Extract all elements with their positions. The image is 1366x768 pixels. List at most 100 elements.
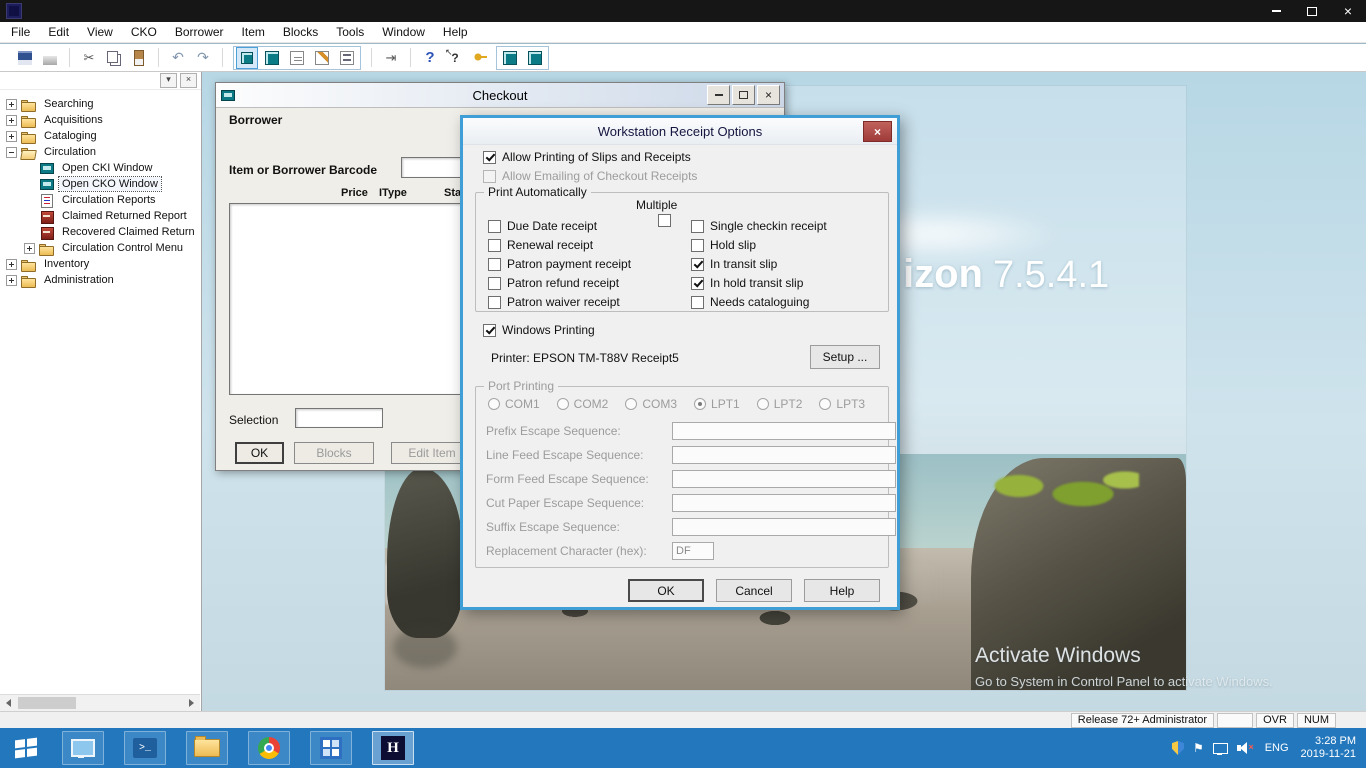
due-date-receipt-checkbox[interactable] xyxy=(488,219,501,233)
context-help-icon[interactable] xyxy=(444,47,466,69)
taskbar-app-computer[interactable] xyxy=(62,731,104,765)
menu-window[interactable]: Window xyxy=(379,24,428,40)
scrollbar-thumb[interactable] xyxy=(18,697,76,709)
cut-icon[interactable] xyxy=(78,47,100,69)
hold-slip-row[interactable]: Hold slip xyxy=(691,238,756,252)
network-icon[interactable] xyxy=(1212,742,1228,755)
undo-icon[interactable] xyxy=(167,47,189,69)
checkout-ok-button[interactable]: OK xyxy=(235,442,284,464)
expander-icon[interactable] xyxy=(6,274,17,286)
scroll-right-arrow-icon[interactable] xyxy=(184,695,200,711)
tree-item-circulation[interactable]: Circulation xyxy=(0,144,201,160)
in-hold-transit-slip-row[interactable]: In hold transit slip xyxy=(691,276,803,290)
multiple-checkbox[interactable] xyxy=(658,214,671,227)
menu-edit[interactable]: Edit xyxy=(45,24,72,40)
tree-item-open-cko[interactable]: Open CKO Window xyxy=(0,176,201,192)
needs-cataloguing-checkbox[interactable] xyxy=(691,295,704,309)
tree-item-recovered-claimed[interactable]: Recovered Claimed Return xyxy=(0,224,201,240)
taskbar-app-chrome[interactable] xyxy=(248,731,290,765)
needs-cataloguing-row[interactable]: Needs cataloguing xyxy=(691,295,809,309)
tree-item-open-cki[interactable]: Open CKI Window xyxy=(0,160,201,176)
panel-menu-button[interactable]: ▾ xyxy=(160,73,177,88)
in-hold-transit-slip-checkbox[interactable] xyxy=(691,276,704,290)
expander-icon[interactable] xyxy=(6,114,17,126)
key-icon[interactable] xyxy=(469,47,491,69)
expander-icon[interactable] xyxy=(6,258,17,270)
redo-icon[interactable] xyxy=(192,47,214,69)
taskbar-app-file-explorer[interactable] xyxy=(186,731,228,765)
patron-refund-receipt-checkbox[interactable] xyxy=(488,276,501,290)
windows-printing-checkbox[interactable] xyxy=(483,323,496,337)
patron-refund-receipt-row[interactable]: Patron refund receipt xyxy=(488,276,619,290)
in-transit-slip-row[interactable]: In transit slip xyxy=(691,257,777,271)
menu-tools[interactable]: Tools xyxy=(333,24,367,40)
checkout-minimize-button[interactable] xyxy=(707,85,730,105)
tree-item-inventory[interactable]: Inventory xyxy=(0,256,201,272)
edit-icon[interactable] xyxy=(311,47,333,69)
menu-borrower[interactable]: Borrower xyxy=(172,24,227,40)
copy-icon[interactable] xyxy=(103,47,125,69)
print-icon[interactable] xyxy=(39,47,61,69)
hold-slip-checkbox[interactable] xyxy=(691,238,704,252)
menu-cko[interactable]: CKO xyxy=(128,24,160,40)
dialog-close-button[interactable]: × xyxy=(863,121,892,142)
paste-icon[interactable] xyxy=(128,47,150,69)
help-icon[interactable] xyxy=(419,47,441,69)
horizontal-scrollbar[interactable] xyxy=(0,694,200,711)
patron-payment-receipt-checkbox[interactable] xyxy=(488,257,501,271)
tree-item-administration[interactable]: Administration xyxy=(0,272,201,288)
checkin-icon[interactable] xyxy=(261,47,283,69)
in-transit-slip-checkbox[interactable] xyxy=(691,257,704,271)
due-date-receipt-row[interactable]: Due Date receipt xyxy=(488,219,597,233)
checkout-maximize-button[interactable] xyxy=(732,85,755,105)
tree-item-claimed-returned[interactable]: Claimed Returned Report xyxy=(0,208,201,224)
list-icon[interactable] xyxy=(336,47,358,69)
minimize-button[interactable] xyxy=(1258,0,1294,22)
dialog-ok-button[interactable]: OK xyxy=(628,579,704,602)
dialog-titlebar[interactable]: Workstation Receipt Options × xyxy=(463,118,897,145)
tree-item-searching[interactable]: Searching xyxy=(0,96,201,112)
renew-icon[interactable] xyxy=(286,47,308,69)
action-center-flag-icon[interactable]: ⚑ xyxy=(1193,742,1204,754)
checkout-close-button[interactable]: × xyxy=(757,85,780,105)
expander-icon[interactable] xyxy=(6,146,17,158)
scroll-left-arrow-icon[interactable] xyxy=(0,695,16,711)
volume-muted-icon[interactable]: × xyxy=(1236,742,1254,754)
allow-printing-row[interactable]: Allow Printing of Slips and Receipts xyxy=(483,150,691,164)
patron-payment-receipt-row[interactable]: Patron payment receipt xyxy=(488,257,631,271)
menu-help[interactable]: Help xyxy=(440,24,471,40)
expander-icon[interactable] xyxy=(6,98,17,110)
dialog-help-button[interactable]: Help xyxy=(804,579,880,602)
tree-item-circulation-reports[interactable]: Circulation Reports xyxy=(0,192,201,208)
menu-item[interactable]: Item xyxy=(239,24,268,40)
tree-item-cataloging[interactable]: Cataloging xyxy=(0,128,201,144)
panel-close-button[interactable]: × xyxy=(180,73,197,88)
taskbar-clock[interactable]: 3:28 PM 2019-11-21 xyxy=(1301,735,1356,761)
tree-item-acquisitions[interactable]: Acquisitions xyxy=(0,112,201,128)
save-icon[interactable] xyxy=(14,47,36,69)
taskbar-app-horizon[interactable]: H xyxy=(372,731,414,765)
single-checkin-receipt-row[interactable]: Single checkin receipt xyxy=(691,219,827,233)
patron-waiver-receipt-checkbox[interactable] xyxy=(488,295,501,309)
renewal-receipt-checkbox[interactable] xyxy=(488,238,501,252)
checkout-icon[interactable] xyxy=(236,46,258,69)
taskbar-app-powershell[interactable]: >_ xyxy=(124,731,166,765)
taskbar-app-grid[interactable] xyxy=(310,731,352,765)
exit-icon[interactable] xyxy=(380,47,402,69)
selection-input[interactable] xyxy=(295,408,383,428)
menu-blocks[interactable]: Blocks xyxy=(280,24,321,40)
setup-button[interactable]: Setup ... xyxy=(810,345,880,369)
allow-printing-checkbox[interactable] xyxy=(483,150,496,164)
monitor-icon-a[interactable] xyxy=(499,47,521,69)
restore-button[interactable] xyxy=(1294,0,1330,22)
expander-icon[interactable] xyxy=(6,130,17,142)
start-button[interactable] xyxy=(0,728,52,768)
menu-view[interactable]: View xyxy=(84,24,116,40)
expander-icon[interactable] xyxy=(24,242,35,254)
single-checkin-receipt-checkbox[interactable] xyxy=(691,219,704,233)
patron-waiver-receipt-row[interactable]: Patron waiver receipt xyxy=(488,295,620,309)
tree-item-circulation-control-menu[interactable]: Circulation Control Menu xyxy=(0,240,201,256)
dialog-cancel-button[interactable]: Cancel xyxy=(716,579,792,602)
windows-printing-row[interactable]: Windows Printing xyxy=(483,323,595,337)
menu-file[interactable]: File xyxy=(8,24,33,40)
